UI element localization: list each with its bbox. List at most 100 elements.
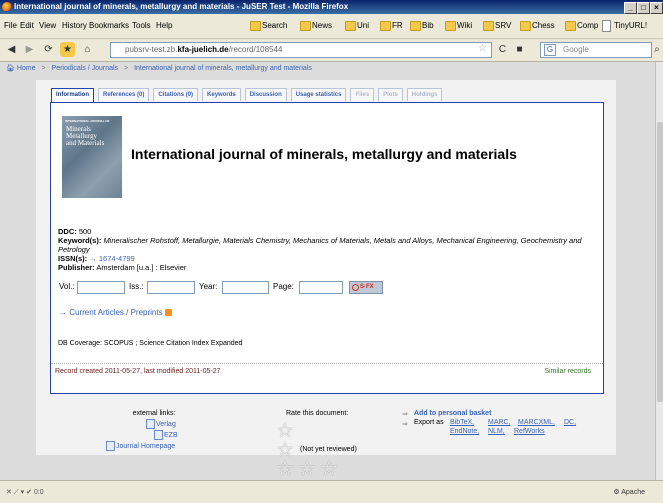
sfx-button[interactable]: S·FX (349, 281, 383, 294)
breadcrumb: 🏠︎ Home > Periodicals / Journals > Inter… (6, 65, 312, 72)
export-dc[interactable]: DC, (564, 419, 576, 426)
export-nlm[interactable]: NLM, (488, 428, 505, 435)
page-input[interactable] (299, 281, 343, 294)
link-journal-homepage[interactable]: Journal Homepage (106, 441, 175, 451)
menu-bar: File Edit View History Bookmarks Tools H… (0, 14, 663, 39)
url-text: pubsrv-test.zb.kfa-juelich.de/record/108… (125, 45, 283, 54)
folder-icon (250, 21, 261, 31)
breadcrumb-periodicals[interactable]: Periodicals / Journals (52, 65, 119, 72)
rss-icon (164, 309, 172, 317)
record-panel: Information References (0) Citations (0) Ke… (36, 80, 616, 479)
back-button[interactable]: ◀ (4, 42, 19, 57)
page-title: International journal of minerals, metal… (131, 146, 517, 162)
search-icon[interactable]: ⌕ (652, 42, 662, 57)
bookmark-fr[interactable]: FR (380, 19, 403, 32)
forward-button[interactable]: ▶ (22, 42, 37, 57)
status-bar: ✕ ⟋ ▾ ✔ 0:0 ⚙ Apache (0, 480, 663, 503)
issn-link[interactable]: 1674-4799 (99, 254, 135, 263)
bookmark-bib[interactable]: Bib (410, 19, 434, 32)
bookmark-tinyurl[interactable]: TinyURL! (602, 19, 647, 32)
iss-label: Iss.: (129, 282, 144, 291)
issn-line: ISSN(s): → 1674-4799 (58, 254, 135, 263)
folder-icon (445, 21, 456, 31)
tab-information[interactable]: Information (51, 88, 94, 103)
export-refworks[interactable]: RefWorks (514, 428, 545, 435)
similar-records-link[interactable]: Similar records (544, 368, 591, 375)
vol-label: Vol.: (59, 282, 75, 291)
stop-icon[interactable]: ■ (512, 42, 527, 57)
menu-view[interactable]: View (39, 21, 56, 30)
reload-button[interactable]: ⟳ (41, 42, 56, 57)
close-button[interactable]: × (650, 2, 663, 14)
menu-bookmarks[interactable]: Bookmarks (89, 21, 129, 30)
bookmark-search[interactable]: Search (250, 19, 287, 32)
tab-holdings: Holdings (406, 88, 443, 101)
bookmark-uni[interactable]: Uni (345, 19, 369, 32)
journal-cover-image: INTERNATIONAL JOURNAL OF Minerals Metall… (62, 116, 122, 198)
breadcrumb-current[interactable]: International journal of minerals, metal… (134, 65, 312, 72)
link-verlag[interactable]: Verlag (146, 419, 176, 429)
page-viewport: 🏠︎ Home > Periodicals / Journals > Inter… (0, 62, 655, 480)
export-marc[interactable]: MARC, (488, 419, 511, 426)
record-card: INTERNATIONAL JOURNAL OF Minerals Metall… (50, 102, 604, 394)
rating-star-icon[interactable]: ☆ (320, 459, 338, 479)
bookmark-srv[interactable]: SRV (483, 19, 511, 32)
db-coverage: DB Coverage: SCOPUS ; Science Citation I… (58, 340, 243, 347)
iss-input[interactable] (147, 281, 195, 294)
page-label: Page: (273, 282, 294, 291)
current-articles-link[interactable]: → Current Articles / Preprints (59, 308, 172, 317)
star-icon[interactable]: ☆ (478, 43, 487, 54)
home-button[interactable]: ⌂ (80, 42, 95, 57)
tab-citations[interactable]: Citations (0) (153, 88, 199, 101)
rate-label: Rate this document: (286, 410, 349, 417)
menu-history[interactable]: History (62, 21, 87, 30)
search-input[interactable]: G Google (540, 42, 652, 58)
rating-star-icon[interactable]: ☆ (276, 459, 294, 479)
bookmark-wiki[interactable]: Wiki (445, 19, 472, 32)
add-to-basket-link[interactable]: Add to personal basket (414, 410, 491, 417)
export-bibtex[interactable]: BibTeX, (450, 419, 474, 426)
menu-tools[interactable]: Tools (132, 21, 151, 30)
export-label: Export as (414, 419, 444, 426)
rating-star-icon[interactable]: ☆ (276, 440, 294, 460)
folder-icon (300, 21, 311, 31)
breadcrumb-home[interactable]: Home (17, 65, 36, 72)
bookmark-news[interactable]: News (300, 19, 332, 32)
export-marcxml[interactable]: MARCXML, (518, 419, 555, 426)
sfx-icon (352, 284, 359, 291)
rating-star-icon[interactable]: ☆ (298, 459, 316, 479)
url-bar[interactable]: pubsrv-test.zb.kfa-juelich.de/record/108… (110, 42, 492, 58)
menu-help[interactable]: Help (156, 21, 172, 30)
tab-keywords[interactable]: Keywords (202, 88, 241, 101)
tab-usage-statistics[interactable]: Usage statistics (290, 88, 347, 101)
arrow-icon: ⇒ (402, 411, 408, 418)
vertical-scrollbar[interactable] (655, 62, 663, 480)
link-ezb[interactable]: EZB (154, 430, 178, 440)
document-icon (106, 441, 115, 451)
scrollbar-thumb[interactable] (657, 122, 663, 402)
publisher-line: Publisher: Amsterdam [u.a.] : Elsevier (58, 263, 187, 272)
bookmark-chess[interactable]: Chess (520, 19, 555, 32)
maximize-button[interactable]: □ (637, 2, 650, 14)
vol-input[interactable] (77, 281, 125, 294)
tab-references[interactable]: References (0) (98, 88, 150, 101)
rating-star-icon[interactable]: ☆ (276, 421, 294, 441)
refresh-icon[interactable]: C (495, 42, 510, 57)
export-endnote[interactable]: EndNote, (450, 428, 479, 435)
firefox-icon (2, 2, 12, 12)
menu-file[interactable]: File (4, 21, 17, 30)
year-input[interactable] (222, 281, 269, 294)
google-icon: G (544, 44, 556, 56)
arrow-icon: ⇒ (402, 421, 408, 428)
minimize-button[interactable]: _ (624, 2, 637, 14)
folder-icon (483, 21, 494, 31)
bookmark-star-button[interactable]: ★ (60, 42, 75, 57)
keywords-line: Keyword(s): Mineralischer Rohstoff, Meta… (58, 236, 582, 254)
tab-discussion[interactable]: Discussion (244, 88, 287, 101)
not-reviewed: (Not yet reviewed) (300, 446, 357, 453)
tab-files: Files (350, 88, 375, 101)
menu-edit[interactable]: Edit (20, 21, 34, 30)
status-right: ⚙ Apache (613, 489, 645, 496)
bookmark-comp[interactable]: Comp (565, 19, 598, 32)
year-label: Year: (199, 282, 218, 291)
